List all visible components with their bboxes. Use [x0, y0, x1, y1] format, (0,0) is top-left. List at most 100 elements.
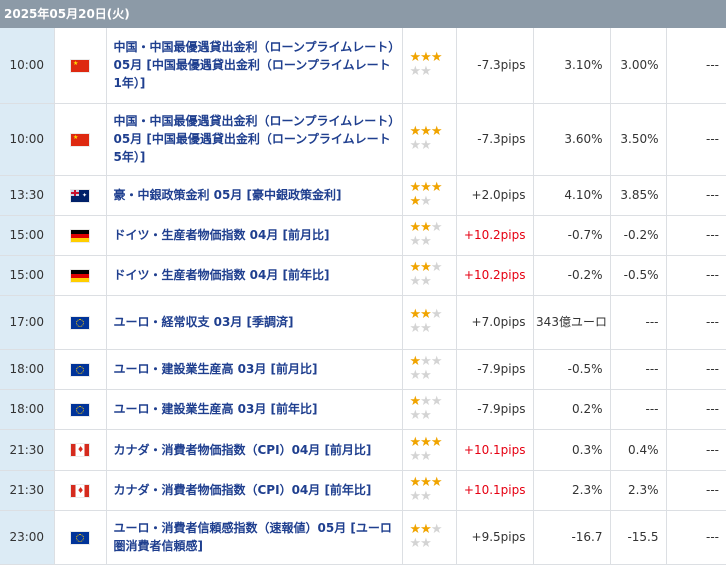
importance-stars: ★★★ ★★ [401, 214, 457, 256]
value-col-1: 0.3% [532, 428, 611, 471]
table-row: 13:30 豪・中銀政策金利 05月 [豪中銀政策金利] ★★★★★ +2.0p… [0, 174, 726, 216]
star-empty-icon: ★ [430, 354, 443, 369]
table-row: 10:00 中国・中国最優遇貸出金利（ローンプライムレート）05月 [中国最優遇… [0, 102, 726, 176]
value-col-2: -0.5% [609, 254, 667, 296]
table-row: 18:00 ユーロ・建設業生産高 03月 [前年比] ★★★ ★★ -7.9pip… [0, 388, 726, 430]
star-empty-icon: ★ [409, 489, 422, 504]
star-filled-icon: ★ [409, 50, 422, 66]
star-filled-icon: ★ [409, 194, 422, 209]
event-name-link[interactable]: ユーロ・消費者信頼感指数（速報値）05月 [ユーロ圏消費者信頼感] [114, 519, 398, 555]
star-empty-icon: ★ [430, 260, 443, 275]
value-col-3: --- [665, 28, 726, 104]
ca-flag-icon [71, 444, 89, 456]
value-col-3: --- [665, 102, 726, 176]
event-name-link[interactable]: ユーロ・建設業生産高 03月 [前年比] [114, 400, 398, 418]
value-col-1: 0.2% [532, 388, 611, 430]
star-empty-icon: ★ [420, 321, 432, 336]
event-name-link[interactable]: ドイツ・生産者物価指数 04月 [前月比] [114, 226, 398, 244]
pips-value: +10.2pips [455, 254, 534, 296]
importance-stars: ★★★ ★★ [401, 28, 457, 104]
star-empty-icon: ★ [420, 448, 432, 464]
star-filled-icon: ★ [420, 307, 432, 322]
star-empty-icon: ★ [420, 274, 432, 289]
value-col-1: -0.7% [532, 214, 611, 256]
importance-stars: ★★★ ★★ [401, 294, 457, 350]
pips-value: -7.3pips [455, 102, 534, 176]
event-time: 17:00 [0, 294, 55, 350]
value-col-1: 343億ユーロ [532, 294, 611, 350]
eu-flag-icon [71, 403, 89, 416]
star-empty-icon: ★ [430, 522, 443, 537]
star-empty-icon: ★ [420, 408, 432, 423]
value-col-3: --- [665, 469, 726, 511]
event-name-link[interactable]: 中国・中国最優遇貸出金利（ローンプライムレート）05月 [中国最優遇貸出金利（ロ… [114, 112, 402, 166]
star-filled-icon: ★ [409, 220, 422, 235]
star-empty-icon: ★ [430, 220, 443, 235]
value-col-1: 4.10% [532, 174, 611, 216]
star-filled-icon: ★ [409, 394, 422, 409]
table-row: 15:00 ドイツ・生産者物価指数 04月 [前年比] ★★★ ★★ +10.2p… [0, 254, 726, 296]
event-name-link[interactable]: 豪・中銀政策金利 05月 [豪中銀政策金利] [114, 186, 398, 204]
value-col-1: 3.60% [532, 102, 611, 176]
event-time: 18:00 [0, 388, 55, 430]
value-col-2: -0.2% [609, 214, 667, 256]
event-name-link[interactable]: カナダ・消費者物価指数（CPI）04月 [前月比] [114, 441, 398, 459]
star-empty-icon: ★ [409, 408, 422, 423]
star-filled-icon: ★ [420, 124, 432, 139]
event-time: 23:00 [0, 509, 55, 565]
event-time: 15:00 [0, 254, 55, 296]
table-row: 21:30 カナダ・消費者物価指数（CPI）04月 [前年比] ★★★★★ +1… [0, 469, 726, 511]
table-row: 15:00 ドイツ・生産者物価指数 04月 [前月比] ★★★ ★★ +10.2p… [0, 214, 726, 256]
pips-value: -7.9pips [455, 388, 534, 430]
star-empty-icon: ★ [409, 536, 422, 551]
value-col-2: 3.50% [609, 102, 667, 176]
star-empty-icon: ★ [409, 448, 422, 464]
value-col-2: --- [609, 388, 667, 430]
table-row: 18:00 ユーロ・建設業生産高 03月 [前月比] ★★★ ★★ -7.9pip… [0, 348, 726, 390]
star-empty-icon: ★ [409, 64, 422, 80]
star-filled-icon: ★ [420, 260, 432, 275]
star-empty-icon: ★ [420, 536, 432, 551]
star-empty-icon: ★ [430, 307, 443, 322]
value-col-2: --- [609, 348, 667, 390]
event-name-link[interactable]: ドイツ・生産者物価指数 04月 [前年比] [114, 266, 398, 284]
event-name-link[interactable]: ユーロ・建設業生産高 03月 [前月比] [114, 360, 398, 378]
event-name-link[interactable]: 中国・中国最優遇貸出金利（ローンプライムレート）05月 [中国最優遇貸出金利（ロ… [114, 38, 402, 92]
star-filled-icon: ★ [430, 434, 443, 450]
star-filled-icon: ★ [430, 50, 443, 66]
star-filled-icon: ★ [409, 260, 422, 275]
importance-stars: ★★★ ★★ [401, 348, 457, 390]
event-time: 18:00 [0, 348, 55, 390]
value-col-1: 2.3% [532, 469, 611, 511]
eu-flag-icon [71, 363, 89, 376]
de-flag-icon [71, 229, 89, 242]
de-flag-icon [71, 269, 89, 282]
value-col-3: --- [665, 428, 726, 471]
value-col-3: --- [665, 388, 726, 430]
importance-stars: ★★★ ★★ [401, 254, 457, 296]
cn-flag-icon [71, 133, 89, 146]
star-filled-icon: ★ [409, 354, 422, 369]
star-filled-icon: ★ [430, 124, 443, 139]
star-filled-icon: ★ [430, 180, 443, 195]
pips-value: +2.0pips [455, 174, 534, 216]
value-col-3: --- [665, 509, 726, 565]
event-name-link[interactable]: ユーロ・経常収支 03月 [季調済] [114, 313, 398, 331]
value-col-2: 2.3% [609, 469, 667, 511]
pips-value: -7.9pips [455, 348, 534, 390]
event-name-link[interactable]: カナダ・消費者物価指数（CPI）04月 [前年比] [114, 481, 398, 499]
value-col-3: --- [665, 214, 726, 256]
importance-stars: ★★★ ★★ [401, 102, 457, 176]
table-row: 17:00 ユーロ・経常収支 03月 [季調済] ★★★ ★★ +7.0pips … [0, 294, 726, 350]
star-empty-icon: ★ [420, 489, 432, 504]
star-empty-icon: ★ [420, 138, 432, 153]
value-col-2: 0.4% [609, 428, 667, 471]
star-filled-icon: ★ [420, 50, 432, 66]
star-empty-icon: ★ [420, 394, 432, 409]
star-empty-icon: ★ [420, 194, 432, 209]
event-time: 10:00 [0, 28, 55, 104]
cn-flag-icon [71, 59, 89, 72]
eu-flag-icon [71, 316, 89, 329]
importance-stars: ★★★ ★★ [401, 388, 457, 430]
star-empty-icon: ★ [409, 234, 422, 249]
